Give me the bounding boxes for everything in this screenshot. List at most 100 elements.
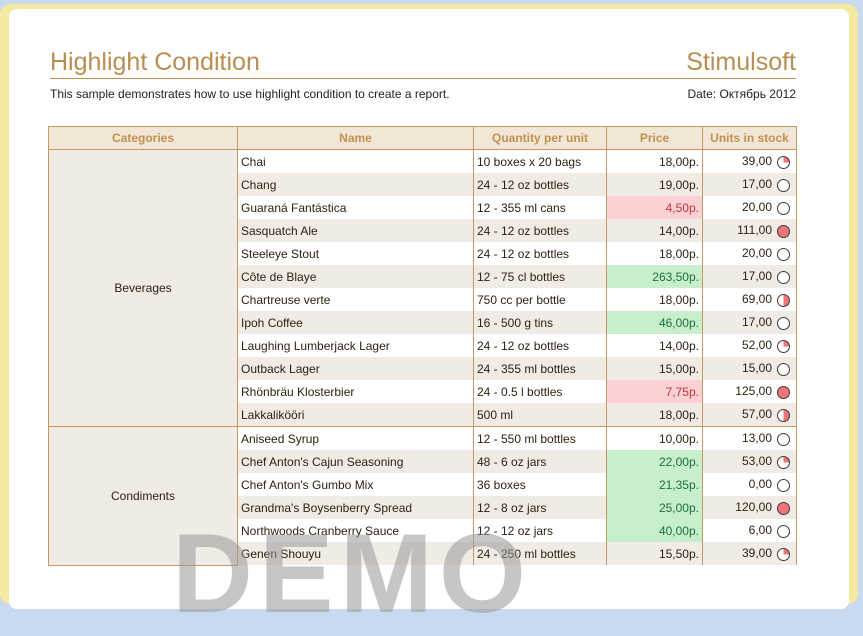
stock-value: 17,00 [741,315,772,330]
stock-value: 0,00 [748,477,772,492]
header-units-in-stock: Units in stock [702,126,797,150]
quantity-cell: 12 - 12 oz jars [473,519,607,542]
price-cell: 18,00р. [606,403,703,427]
quantity-cell: 24 - 0.5 l bottles [473,380,607,403]
price-cell: 18,00р. [606,149,703,173]
stock-cell: 125,00 [702,380,797,403]
stock-level-indicator-icon [777,478,790,492]
stock-level-indicator-icon [777,501,790,515]
product-name-cell: Grandma's Boysenberry Spread [237,496,474,519]
stock-level-indicator-icon [777,270,790,284]
product-name-cell: Steeleye Stout [237,242,474,265]
stock-level-indicator-icon [777,339,790,353]
stock-level-indicator-icon [777,362,790,376]
product-name-cell: Lakkalikööri [237,403,474,427]
stock-cell: 13,00 [702,426,797,450]
stock-value: 120,00 [735,500,772,515]
header-categories: Categories [48,126,238,150]
quantity-cell: 24 - 12 oz bottles [473,173,607,196]
stock-cell: 15,00 [702,357,797,380]
quantity-cell: 750 cc per bottle [473,288,607,311]
price-cell: 19,00р. [606,173,703,196]
stock-level-indicator-icon [777,455,790,469]
price-cell: 25,00р. [606,496,703,519]
quantity-cell: 500 ml [473,403,607,427]
stock-cell: 53,00 [702,450,797,473]
stock-cell: 39,00 [702,149,797,173]
stock-level-indicator-icon [777,408,790,422]
stock-value: 39,00 [741,546,772,561]
product-name-cell: Chartreuse verte [237,288,474,311]
category-cell: Beverages [48,149,238,427]
quantity-cell: 48 - 6 oz jars [473,450,607,473]
stock-level-indicator-icon [777,432,790,446]
price-cell: 22,00р. [606,450,703,473]
quantity-cell: 16 - 500 g tins [473,311,607,334]
product-name-cell: Ipoh Coffee [237,311,474,334]
stock-value: 39,00 [741,154,772,169]
product-name-cell: Chef Anton's Cajun Seasoning [237,450,474,473]
stock-cell: 120,00 [702,496,797,519]
stock-level-indicator-icon [777,155,790,169]
stock-cell: 111,00 [702,219,797,242]
stock-level-indicator-icon [777,201,790,215]
product-name-cell: Chang [237,173,474,196]
products-table: Categories Name Quantity per unit Price … [48,126,797,566]
report-date: Date: Октябрь 2012 [687,87,796,101]
stock-cell: 17,00 [702,265,797,288]
stock-value: 52,00 [741,338,772,353]
price-cell: 40,00р. [606,519,703,542]
quantity-cell: 24 - 355 ml bottles [473,357,607,380]
product-name-cell: Northwoods Cranberry Sauce [237,519,474,542]
stock-cell: 0,00 [702,473,797,496]
stock-value: 20,00 [741,200,772,215]
price-cell: 18,00р. [606,288,703,311]
product-name-cell: Rhönbräu Klosterbier [237,380,474,403]
quantity-cell: 12 - 355 ml cans [473,196,607,219]
table-row: Beverages Chai 10 boxes x 20 bags 18,00р. 39… [48,149,797,427]
product-name-cell: Laughing Lumberjack Lager [237,334,474,357]
stock-cell: 20,00 [702,242,797,265]
stock-value: 125,00 [735,384,772,399]
stock-value: 17,00 [741,177,772,192]
quantity-cell: 12 - 8 oz jars [473,496,607,519]
quantity-cell: 24 - 12 oz bottles [473,219,607,242]
brand-name: Stimulsoft [686,48,796,76]
stock-level-indicator-icon [777,524,790,538]
header-quantity: Quantity per unit [473,126,607,150]
price-cell: 15,50р. [606,542,703,565]
quantity-cell: 36 boxes [473,473,607,496]
quantity-cell: 24 - 12 oz bottles [473,334,607,357]
stock-level-indicator-icon [777,385,790,399]
product-name-cell: Chai [237,149,474,173]
report-description: This sample demonstrates how to use high… [50,87,450,101]
stock-cell: 17,00 [702,173,797,196]
stock-level-indicator-icon [777,547,790,561]
stock-value: 6,00 [748,523,772,538]
stock-level-indicator-icon [777,316,790,330]
quantity-cell: 24 - 12 oz bottles [473,242,607,265]
price-cell: 7,75р. [606,380,703,403]
table-header: Categories Name Quantity per unit Price … [48,126,797,150]
product-name-cell: Outback Lager [237,357,474,380]
stock-level-indicator-icon [777,247,790,261]
quantity-cell: 12 - 75 cl bottles [473,265,607,288]
product-name-cell: Chef Anton's Gumbo Mix [237,473,474,496]
stock-value: 17,00 [741,269,772,284]
stock-value: 111,00 [737,223,772,238]
product-name-cell: Côte de Blaye [237,265,474,288]
product-name-cell: Genen Shouyu [237,542,474,565]
stock-value: 69,00 [741,292,772,307]
quantity-cell: 12 - 550 ml bottles [473,426,607,450]
title-divider [50,78,796,79]
stock-cell: 39,00 [702,542,797,565]
stock-value: 20,00 [741,246,772,261]
stock-level-indicator-icon [777,224,790,238]
price-cell: 15,00р. [606,357,703,380]
product-name-cell: Aniseed Syrup [237,426,474,450]
stock-cell: 17,00 [702,311,797,334]
table-row: Condiments Aniseed Syrup 12 - 550 ml bottl… [48,426,797,566]
stock-cell: 6,00 [702,519,797,542]
stock-value: 53,00 [741,454,772,469]
product-name-cell: Sasquatch Ale [237,219,474,242]
